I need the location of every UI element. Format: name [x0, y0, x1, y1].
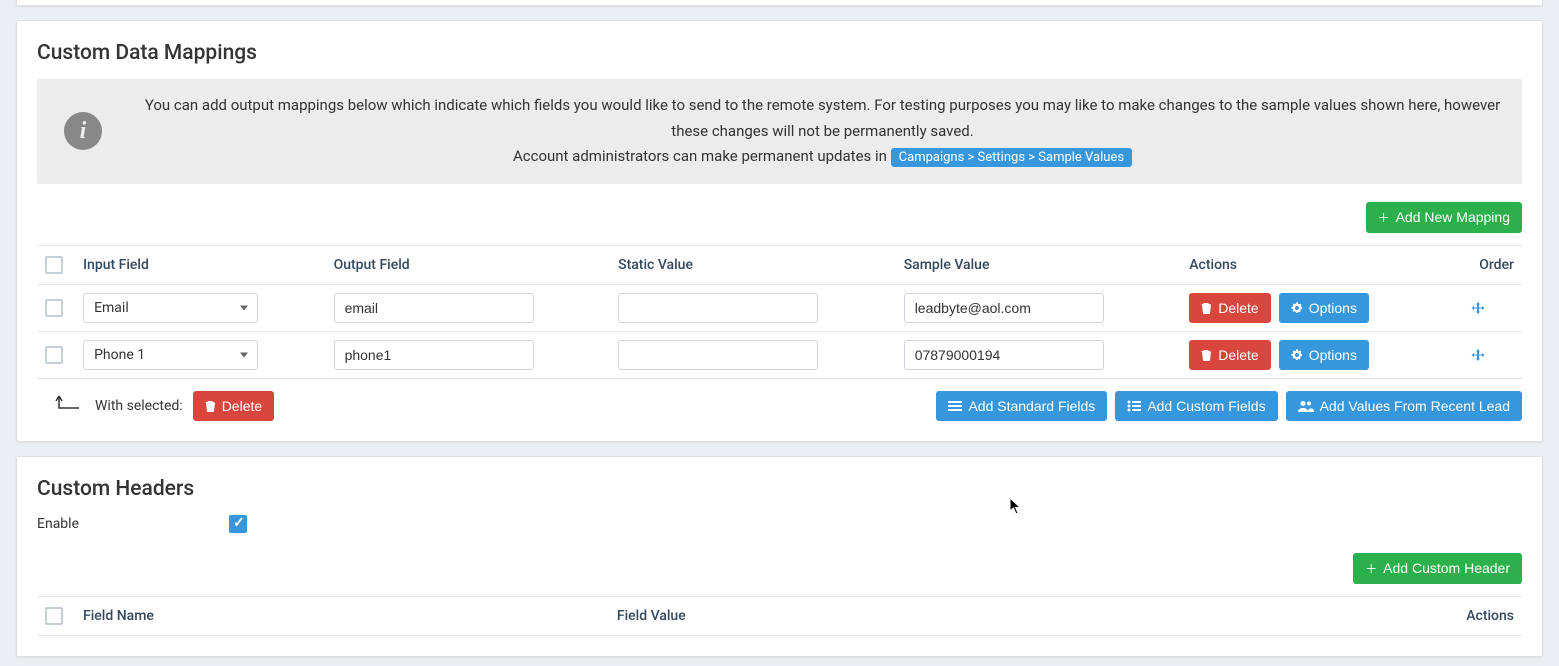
trash-icon [205, 400, 216, 412]
add-custom-fields-button[interactable]: Add Custom Fields [1115, 391, 1277, 421]
input-field-select[interactable]: Email [83, 293, 258, 323]
selection-arrow-icon [55, 394, 83, 414]
headers-toolbar: ＋ Add Custom Header [37, 553, 1522, 584]
input-field-select[interactable]: Phone 1 [83, 340, 258, 370]
list-bullet-icon [1127, 400, 1141, 412]
add-custom-fields-label: Add Custom Fields [1147, 398, 1265, 414]
add-standard-fields-button[interactable]: Add Standard Fields [936, 391, 1107, 421]
row-options-button[interactable]: Options [1279, 293, 1369, 323]
with-selected-label: With selected: [95, 398, 183, 414]
sample-value-input[interactable] [904, 340, 1104, 370]
users-icon [1298, 400, 1314, 412]
col-actions: Actions [1181, 245, 1462, 284]
headers-table: Field Name Field Value Actions [37, 596, 1522, 636]
headers-title: Custom Headers [37, 477, 1522, 501]
mappings-toolbar: ＋ Add New Mapping [37, 202, 1522, 233]
bulk-delete-button[interactable]: Delete [193, 391, 274, 421]
gear-icon [1291, 349, 1303, 361]
info-text: You can add output mappings below which … [139, 93, 1506, 170]
enable-row: Enable [37, 515, 1522, 533]
mappings-table: Input Field Output Field Static Value Sa… [37, 245, 1522, 379]
trash-icon [1201, 349, 1212, 361]
table-row: Phone 1 Delete Options [37, 331, 1522, 378]
col-static-value: Static Value [610, 245, 896, 284]
info-icon-wrap: i [53, 112, 113, 150]
static-value-input[interactable] [618, 340, 818, 370]
add-standard-fields-label: Add Standard Fields [968, 398, 1095, 414]
col-field-name: Field Name [75, 596, 609, 635]
plus-icon: ＋ [1378, 209, 1390, 226]
row-checkbox[interactable] [45, 299, 63, 317]
previous-panel-stub [16, 0, 1543, 6]
output-field-input[interactable] [334, 293, 534, 323]
info-box: i You can add output mappings below whic… [37, 79, 1522, 184]
mappings-footer: With selected: Delete Add Standard Field… [37, 391, 1522, 421]
col-order: Order [1462, 245, 1522, 284]
sample-value-input[interactable] [904, 293, 1104, 323]
info-icon: i [64, 112, 102, 150]
add-new-mapping-label: Add New Mapping [1396, 209, 1510, 225]
list-icon [948, 400, 962, 412]
col-sample-value: Sample Value [896, 245, 1182, 284]
info-text-line2-prefix: Account administrators can make permanen… [513, 147, 891, 165]
select-all-checkbox[interactable] [45, 256, 63, 274]
row-checkbox[interactable] [45, 346, 63, 364]
enable-checkbox[interactable] [229, 515, 247, 533]
headers-select-all-checkbox[interactable] [45, 607, 63, 625]
row-delete-button[interactable]: Delete [1189, 293, 1270, 323]
col-input-field: Input Field [75, 245, 326, 284]
gear-icon [1291, 302, 1303, 314]
plus-icon: ＋ [1365, 560, 1377, 577]
add-custom-header-button[interactable]: ＋ Add Custom Header [1353, 553, 1522, 584]
col-output-field: Output Field [326, 245, 611, 284]
move-icon[interactable] [1470, 300, 1514, 316]
sample-values-link[interactable]: Campaigns > Settings > Sample Values [891, 148, 1132, 167]
add-values-recent-label: Add Values From Recent Lead [1320, 398, 1510, 414]
custom-data-mappings-panel: Custom Data Mappings i You can add outpu… [16, 20, 1543, 442]
add-new-mapping-button[interactable]: ＋ Add New Mapping [1366, 202, 1522, 233]
trash-icon [1201, 302, 1212, 314]
table-row: Email Delete Options [37, 284, 1522, 331]
add-custom-header-label: Add Custom Header [1383, 560, 1510, 576]
output-field-input[interactable] [334, 340, 534, 370]
move-icon[interactable] [1470, 347, 1514, 363]
col-field-value: Field Value [609, 596, 1130, 635]
col-header-actions: Actions [1130, 596, 1522, 635]
enable-label: Enable [37, 516, 79, 532]
bulk-delete-label: Delete [222, 398, 262, 414]
static-value-input[interactable] [618, 293, 818, 323]
custom-headers-panel: Custom Headers Enable ＋ Add Custom Heade… [16, 456, 1543, 657]
info-text-line1: You can add output mappings below which … [145, 96, 1500, 140]
add-values-from-recent-lead-button[interactable]: Add Values From Recent Lead [1286, 391, 1522, 421]
row-delete-button[interactable]: Delete [1189, 340, 1270, 370]
mappings-title: Custom Data Mappings [37, 41, 1522, 65]
row-options-button[interactable]: Options [1279, 340, 1369, 370]
